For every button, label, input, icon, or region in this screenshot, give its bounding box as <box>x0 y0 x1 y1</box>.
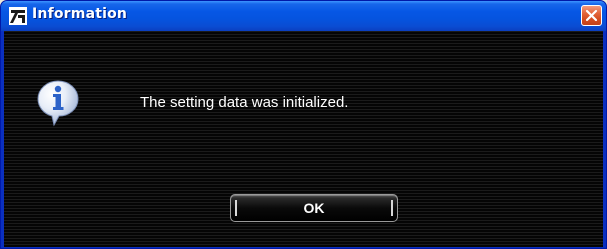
ok-button[interactable]: OK <box>230 194 398 222</box>
dialog-message: The setting data was initialized. <box>140 94 349 111</box>
window-title: Information <box>32 6 128 22</box>
close-button[interactable] <box>581 5 602 26</box>
info-icon <box>37 80 79 127</box>
information-dialog-window: Information The setting data was initial… <box>0 0 607 249</box>
title-bar[interactable]: Information <box>1 1 606 31</box>
dialog-body: The setting data was initialized. OK <box>4 31 603 247</box>
ok-button-label: OK <box>303 200 325 216</box>
app-logo-icon <box>9 7 27 25</box>
close-icon <box>585 9 598 22</box>
